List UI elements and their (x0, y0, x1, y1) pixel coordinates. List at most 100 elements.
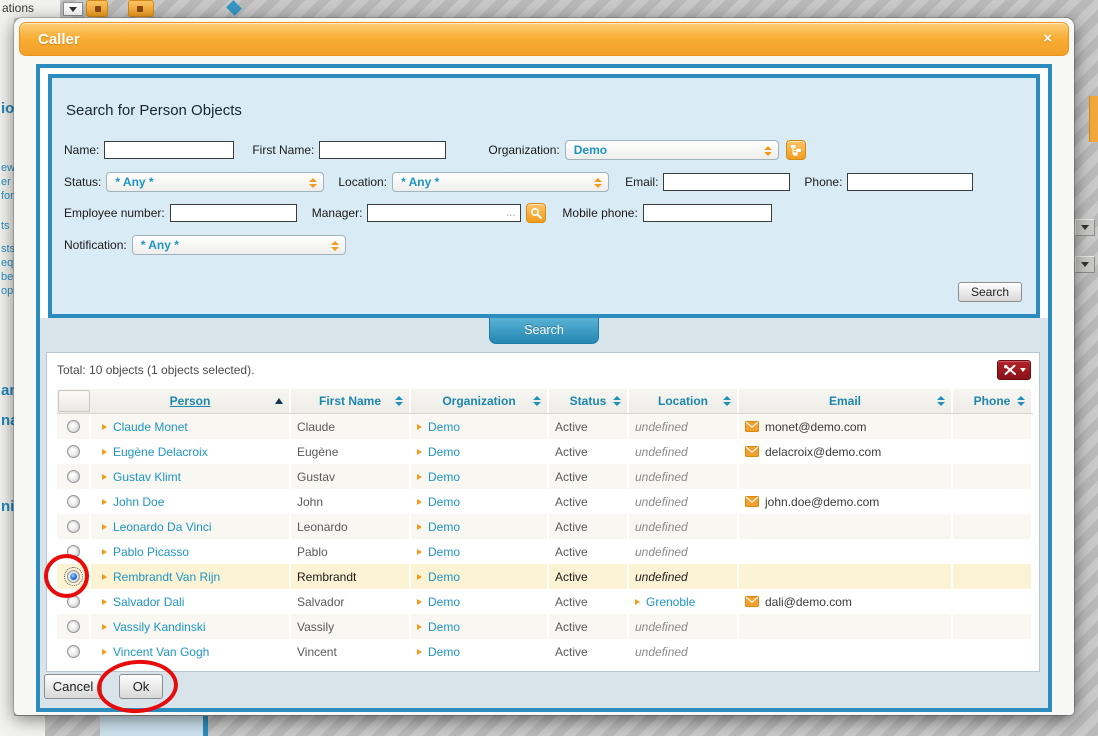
notification-select[interactable]: * Any * (132, 235, 346, 255)
person-link[interactable]: Rembrandt Van Rijn (113, 570, 220, 584)
sort-icon[interactable] (937, 396, 945, 406)
manager-field: ... (367, 204, 521, 222)
row-radio-button[interactable] (67, 420, 80, 433)
mobile-phone-label: Mobile phone: (562, 206, 637, 220)
email-cell (739, 514, 953, 539)
status-select[interactable]: * Any * (106, 172, 324, 192)
radio-cell (57, 464, 91, 489)
organization-select[interactable]: Demo (565, 140, 779, 160)
person-link[interactable]: Pablo Picasso (113, 545, 189, 559)
row-radio-button[interactable] (67, 645, 80, 658)
background-bottom-divider (203, 716, 208, 736)
radio-cell (57, 414, 91, 439)
status-label: Status: (64, 175, 101, 189)
search-tab[interactable]: Search (489, 318, 599, 344)
location-cell: undefined (629, 464, 739, 489)
table-row[interactable]: Salvador Dali Salvador Demo Active Greno… (57, 589, 1033, 614)
column-header[interactable]: Organization (411, 389, 549, 413)
sort-icon[interactable] (1017, 396, 1025, 406)
organization-link[interactable]: Demo (428, 520, 460, 534)
table-row[interactable]: Claude Monet Claude Demo Active undefine… (57, 414, 1033, 439)
cancel-button[interactable]: Cancel (44, 674, 102, 699)
table-row[interactable]: John Doe John Demo Active undefined john… (57, 489, 1033, 514)
first-name-input[interactable] (319, 141, 446, 159)
row-radio-button[interactable] (67, 445, 80, 458)
sort-icon[interactable] (723, 396, 731, 406)
email-cell (739, 614, 953, 639)
table-row[interactable]: Vincent Van Gogh Vincent Demo Active und… (57, 639, 1033, 664)
column-header[interactable]: Email (739, 389, 953, 413)
manager-input[interactable] (367, 204, 521, 222)
row-radio-button[interactable] (67, 470, 80, 483)
results-header: Total: 10 objects (1 objects selected). (47, 353, 1039, 385)
row-radio-button[interactable] (67, 545, 80, 558)
background-orange-fragment (1089, 96, 1098, 142)
sort-icon[interactable] (395, 396, 403, 406)
location-cell: undefined (629, 439, 739, 464)
person-link[interactable]: Gustav Klimt (113, 470, 181, 484)
table-row[interactable]: Leonardo Da Vinci Leonardo Demo Active u… (57, 514, 1033, 539)
form-row-2: Status: * Any * Location: * Any * Email:… (64, 172, 1026, 192)
sort-icon[interactable] (613, 396, 621, 406)
organization-link[interactable]: Demo (428, 595, 460, 609)
location-cell: Grenoble (629, 589, 739, 614)
row-radio-button[interactable] (67, 520, 80, 533)
org-chart-icon (790, 144, 802, 156)
column-header-label: Status (570, 394, 607, 408)
person-link[interactable]: Eugène Delacroix (113, 445, 208, 459)
organization-link[interactable]: Demo (428, 470, 460, 484)
name-input[interactable] (104, 141, 234, 159)
close-icon[interactable]: × (1043, 31, 1052, 46)
person-link[interactable]: John Doe (113, 495, 164, 509)
location-text: undefined (635, 545, 688, 559)
organization-link[interactable]: Demo (428, 645, 460, 659)
results-total: Total: 10 objects (1 objects selected). (57, 360, 254, 377)
org-tree-button[interactable] (786, 140, 806, 160)
radio-cell (57, 539, 91, 564)
ok-button[interactable]: Ok (119, 674, 163, 699)
organization-link[interactable]: Demo (428, 570, 460, 584)
background-text-fragment: ts (1, 220, 10, 232)
search-button[interactable]: Search (958, 282, 1022, 302)
column-header[interactable]: Location (629, 389, 739, 413)
person-link[interactable]: Salvador Dali (113, 595, 184, 609)
manager-search-button[interactable] (526, 203, 546, 223)
location-text: undefined (635, 495, 688, 509)
column-header[interactable]: Status (549, 389, 629, 413)
row-radio-button[interactable] (67, 570, 80, 583)
location-select[interactable]: * Any * (392, 172, 609, 192)
sort-icon[interactable] (275, 398, 283, 404)
table-row[interactable]: Gustav Klimt Gustav Demo Active undefine… (57, 464, 1033, 489)
table-row[interactable]: Rembrandt Van Rijn Rembrandt Demo Active… (57, 564, 1033, 589)
email-input[interactable] (663, 173, 790, 191)
person-link[interactable]: Claude Monet (113, 420, 188, 434)
location-value: * Any * (401, 175, 439, 189)
person-link[interactable]: Vincent Van Gogh (113, 645, 209, 659)
email-text: dali@demo.com (765, 595, 852, 609)
table-row[interactable]: Eugène Delacroix Eugène Demo Active unde… (57, 439, 1033, 464)
organization-link[interactable]: Demo (428, 495, 460, 509)
person-link[interactable]: Leonardo Da Vinci (113, 520, 212, 534)
organization-link[interactable]: Demo (428, 445, 460, 459)
organization-link[interactable]: Demo (428, 545, 460, 559)
employee-number-input[interactable] (170, 204, 297, 222)
column-header[interactable]: Phone (953, 389, 1033, 413)
table-row[interactable]: Vassily Kandinski Vassily Demo Active un… (57, 614, 1033, 639)
sort-icon[interactable] (533, 396, 541, 406)
tools-menu-button[interactable] (997, 360, 1031, 380)
table-row[interactable]: Pablo Picasso Pablo Demo Active undefine… (57, 539, 1033, 564)
row-radio-button[interactable] (67, 595, 80, 608)
person-link[interactable]: Vassily Kandinski (113, 620, 205, 634)
organization-link[interactable]: Demo (428, 420, 460, 434)
form-row-1: Name: First Name: Organization: Demo (64, 140, 1026, 160)
row-radio-button[interactable] (67, 620, 80, 633)
column-header[interactable]: Person (91, 389, 291, 413)
email-cell: john.doe@demo.com (739, 489, 953, 514)
organization-link[interactable]: Demo (428, 620, 460, 634)
row-radio-button[interactable] (67, 495, 80, 508)
organization-cell: Demo (411, 489, 549, 514)
location-cell: undefined (629, 414, 739, 439)
mobile-phone-input[interactable] (643, 204, 772, 222)
column-header[interactable]: First Name (291, 389, 411, 413)
phone-input[interactable] (847, 173, 973, 191)
